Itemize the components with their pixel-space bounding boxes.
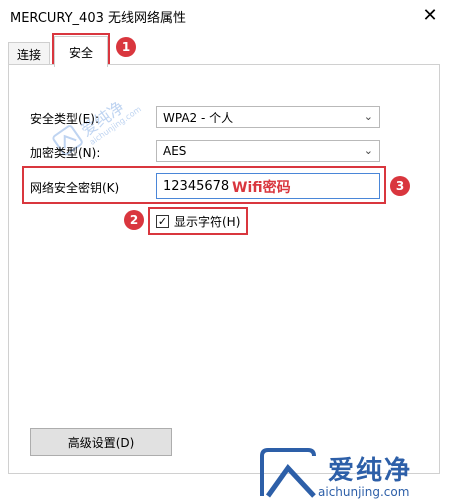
tab-security-label: 安全 bbox=[68, 45, 93, 60]
checkmark-icon: ✓ bbox=[157, 215, 168, 228]
security-type-value: WPA2 - 个人 bbox=[163, 110, 234, 125]
wireless-properties-window: MERCURY_403 无线网络属性 ✕ 连接 安全 1 爱纯净 aichunj… bbox=[0, 0, 450, 504]
step-badge-1: 1 bbox=[116, 37, 136, 57]
step-badge-2: 2 bbox=[124, 210, 144, 230]
tab-connection[interactable]: 连接 bbox=[8, 42, 50, 65]
title-bar: MERCURY_403 无线网络属性 ✕ bbox=[0, 0, 450, 32]
chevron-down-icon: ⌄ bbox=[363, 144, 373, 157]
network-key-label: 网络安全密钥(K) bbox=[30, 181, 120, 195]
chevron-down-icon: ⌄ bbox=[363, 110, 373, 123]
security-type-select[interactable]: WPA2 - 个人 ⌄ bbox=[156, 106, 380, 128]
show-characters-row[interactable]: ✓ 显示字符(H) bbox=[156, 213, 240, 230]
window-title: MERCURY_403 无线网络属性 bbox=[10, 11, 186, 26]
network-key-value: 12345678 bbox=[163, 178, 230, 194]
close-icon: ✕ bbox=[422, 4, 438, 26]
close-button[interactable]: ✕ bbox=[410, 0, 450, 30]
security-type-label: 安全类型(E): bbox=[30, 112, 99, 126]
show-characters-label: 显示字符(H) bbox=[174, 215, 241, 229]
wifi-password-note: Wifi密码 bbox=[232, 180, 291, 196]
advanced-settings-label: 高级设置(D) bbox=[67, 435, 135, 450]
advanced-settings-button[interactable]: 高级设置(D) bbox=[30, 428, 172, 456]
show-characters-checkbox[interactable]: ✓ bbox=[156, 215, 169, 228]
encryption-type-select[interactable]: AES ⌄ bbox=[156, 140, 380, 162]
step-badge-3: 3 bbox=[390, 176, 410, 196]
encryption-type-label: 加密类型(N): bbox=[30, 146, 101, 160]
tab-security[interactable]: 安全 bbox=[54, 36, 108, 67]
tab-connection-label: 连接 bbox=[16, 47, 41, 62]
logo-url: aichunjing.com bbox=[318, 485, 410, 499]
encryption-type-value: AES bbox=[163, 144, 187, 158]
